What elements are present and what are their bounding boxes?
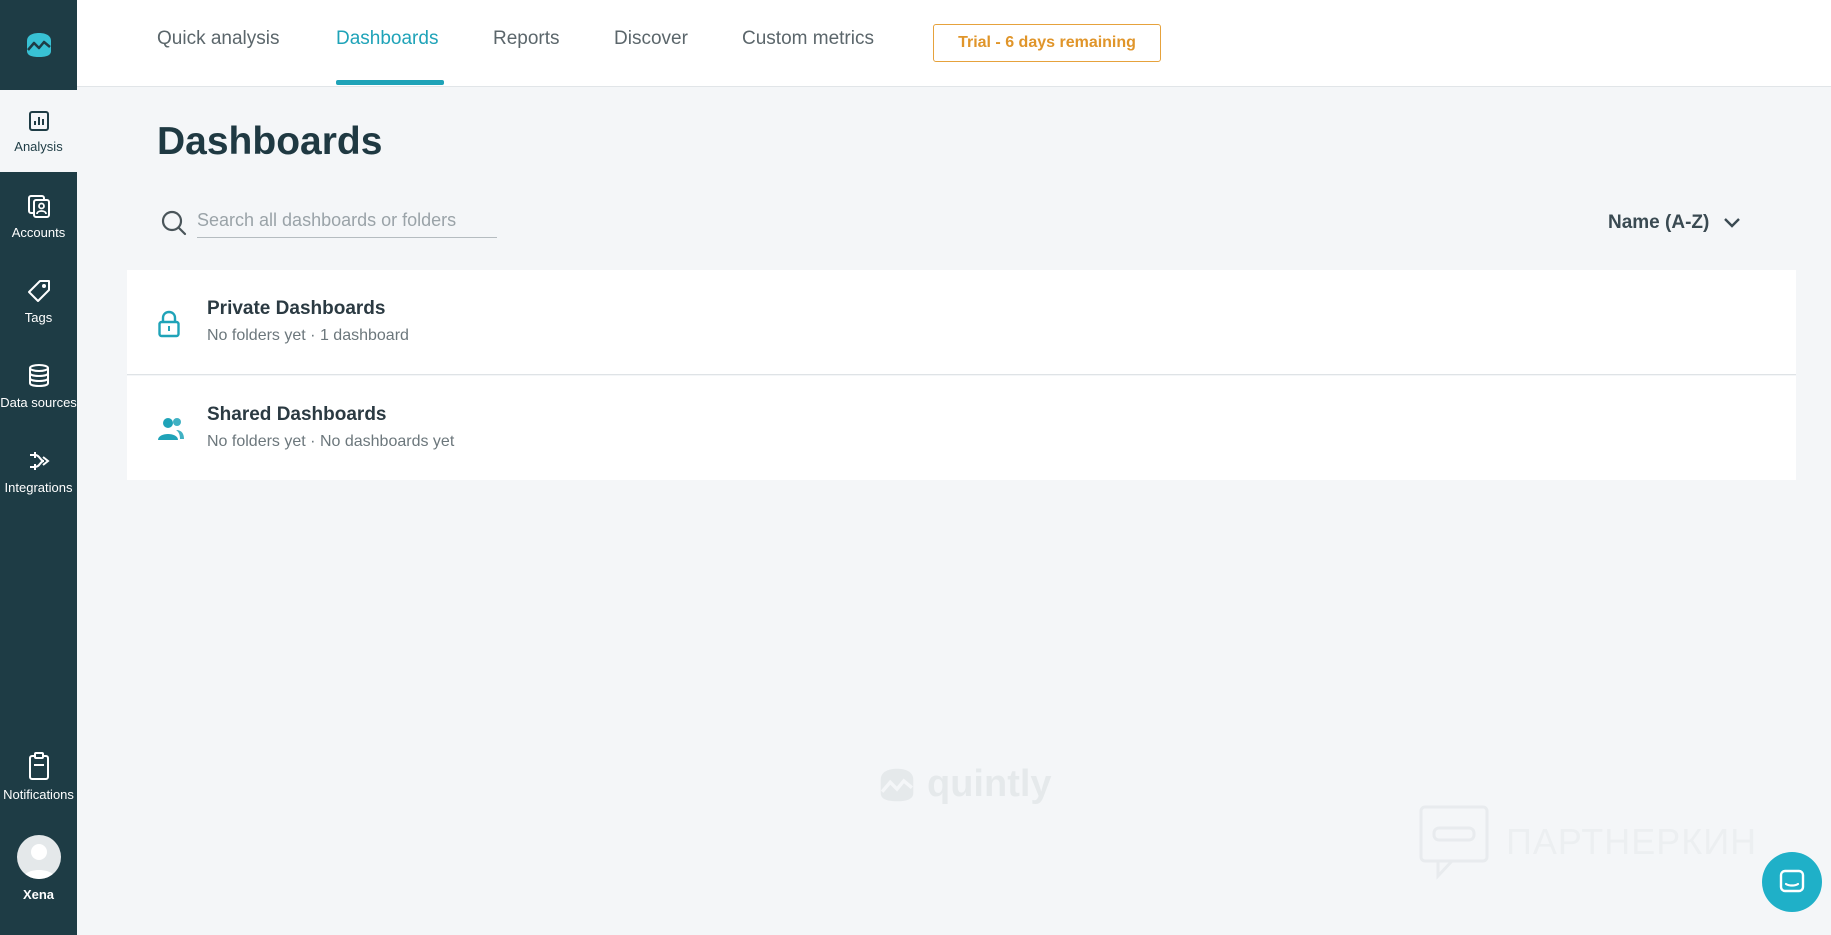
search-input[interactable]	[197, 208, 497, 238]
user-name: Xena	[22, 887, 55, 902]
section-title: Shared Dashboards	[207, 404, 387, 425]
sidebar-item-label: Analysis	[14, 138, 63, 154]
partner-watermark: ПАРТНЕРКИН	[1418, 804, 1757, 880]
active-tab-indicator	[336, 80, 444, 85]
watermark-text: quintly	[927, 763, 1052, 805]
chevron-down-icon	[1723, 217, 1741, 229]
shared-dashboards-row[interactable]: Shared Dashboards No folders yet · No da…	[127, 376, 1796, 480]
app-logo[interactable]	[0, 0, 77, 90]
bar-chart-icon	[28, 110, 49, 131]
sidebar-item-integrations[interactable]: Integrations	[0, 430, 77, 512]
partner-text: ПАРТНЕРКИН	[1506, 821, 1758, 862]
lock-icon	[157, 310, 181, 343]
quintly-logo-icon	[26, 33, 51, 57]
tab-custom-metrics[interactable]: Custom metrics	[742, 28, 874, 50]
clipboard-icon	[28, 751, 49, 780]
separator: ·	[310, 433, 316, 450]
trial-button[interactable]: Trial - 6 days remaining	[933, 24, 1161, 62]
users-icon	[157, 416, 185, 447]
folder-count: No folders yet	[207, 327, 306, 344]
tab-quick-analysis[interactable]: Quick analysis	[157, 28, 280, 50]
dashboard-count: No dashboards yet	[319, 433, 455, 450]
private-dashboards-row[interactable]: Private Dashboards No folders yet · 1 da…	[127, 270, 1796, 375]
tab-reports[interactable]: Reports	[493, 28, 560, 50]
chat-icon	[1779, 869, 1805, 893]
sidebar-item-label: Integrations	[4, 479, 73, 495]
quintly-watermark: quintly	[875, 763, 1052, 806]
sidebar-item-label: Tags	[24, 309, 53, 325]
search-icon	[161, 210, 187, 236]
sidebar-item-label: Data sources	[0, 394, 77, 410]
user-profile[interactable]: Xena	[0, 835, 77, 902]
accounts-icon	[27, 194, 50, 218]
section-title: Private Dashboards	[207, 298, 386, 319]
tab-dashboards[interactable]: Dashboards	[336, 28, 438, 50]
separator: ·	[310, 327, 316, 344]
avatar[interactable]	[16, 835, 61, 879]
sidebar-item-notifications[interactable]: Notifications	[0, 735, 77, 817]
sidebar-item-label: Notifications	[3, 786, 74, 802]
tag-icon	[27, 279, 50, 302]
sidebar-item-data-sources[interactable]: Data sources	[0, 345, 77, 427]
sidebar: Analysis Accounts Tags Data sources Inte…	[0, 0, 77, 935]
integrations-icon	[29, 451, 50, 470]
tab-discover[interactable]: Discover	[614, 28, 688, 50]
sort-label: Name (A-Z)	[1608, 212, 1710, 233]
chat-button[interactable]	[1762, 852, 1822, 912]
page-title: Dashboards	[157, 120, 383, 163]
top-navigation: Quick analysis Dashboards Reports Discov…	[77, 0, 1831, 87]
section-subtitle: No folders yet · 1 dashboard	[207, 327, 409, 345]
sidebar-item-label: Accounts	[11, 224, 66, 240]
folder-count: No folders yet	[207, 433, 306, 450]
section-subtitle: No folders yet · No dashboards yet	[207, 433, 454, 451]
sidebar-item-accounts[interactable]: Accounts	[0, 175, 77, 257]
sidebar-item-tags[interactable]: Tags	[0, 260, 77, 342]
dashboard-count: 1 dashboard	[319, 327, 409, 344]
search-bar	[160, 208, 497, 238]
quintly-logo-icon	[880, 768, 914, 801]
sidebar-item-analysis[interactable]: Analysis	[0, 90, 77, 172]
user-avatar-icon	[22, 844, 55, 879]
chat-bubble-icon	[1419, 805, 1489, 880]
database-icon	[28, 363, 49, 387]
sort-dropdown[interactable]: Name (A-Z)	[1608, 212, 1741, 234]
